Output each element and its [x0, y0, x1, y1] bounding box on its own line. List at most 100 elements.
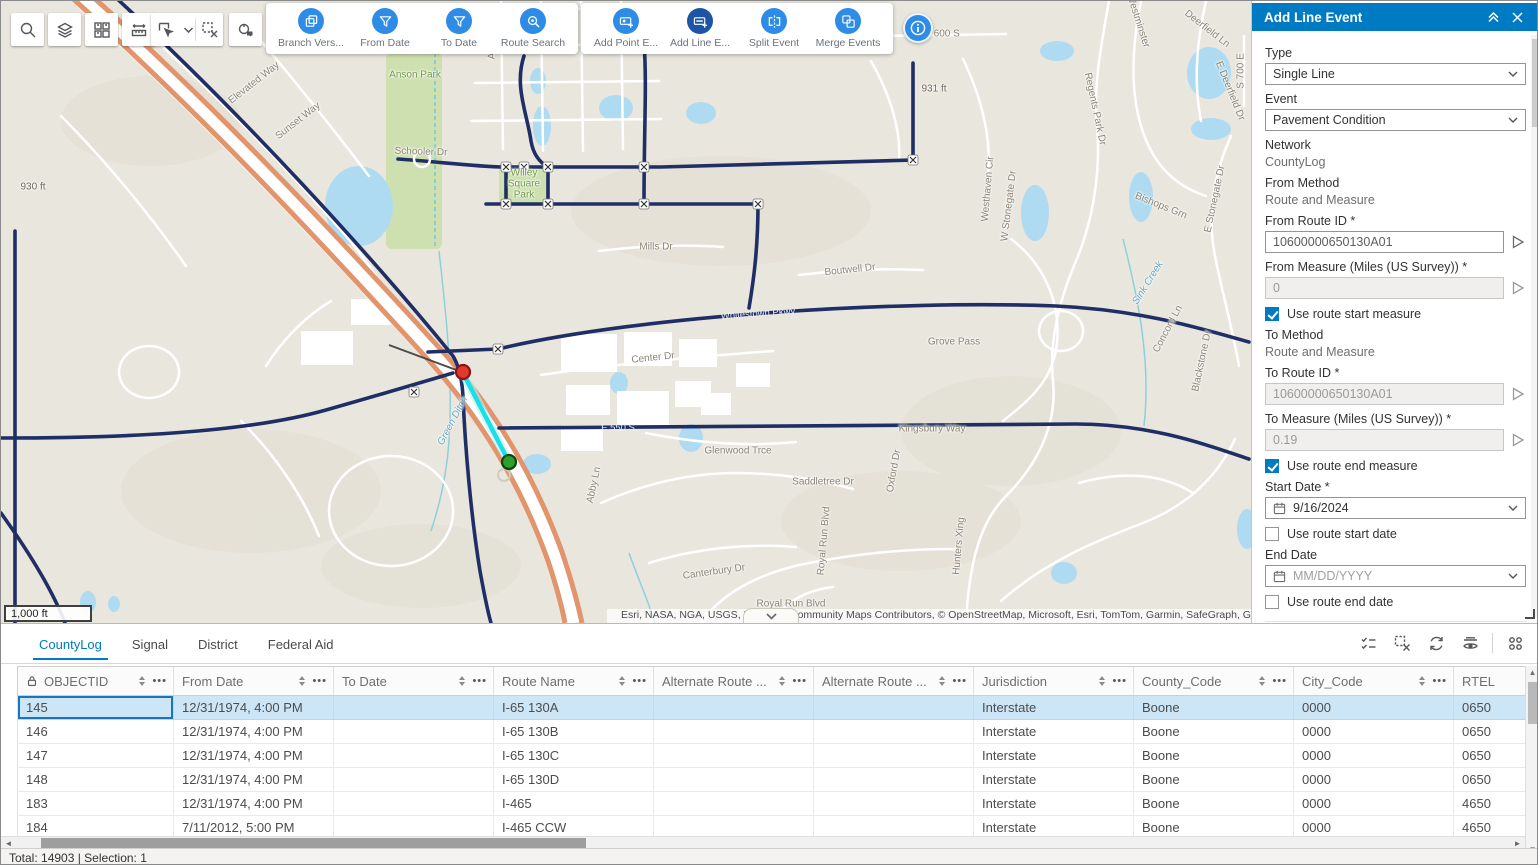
table-cell[interactable]: Interstate — [974, 792, 1134, 815]
table-cell[interactable]: Boone — [1134, 792, 1294, 815]
table-cell[interactable]: 148 — [18, 768, 174, 791]
table-cell[interactable]: 0000 — [1294, 744, 1454, 767]
table-cell[interactable] — [654, 720, 814, 743]
start-date-picker[interactable]: 9/16/2024 — [1265, 497, 1526, 519]
tool-from-date[interactable]: From Date — [350, 8, 420, 49]
table-cell[interactable]: Interstate — [974, 768, 1134, 791]
table-row[interactable]: 14712/31/1974, 4:00 PMI-65 130CInterstat… — [18, 744, 1526, 768]
tool-merge-events[interactable]: Merge Events — [813, 8, 883, 49]
table-row[interactable]: 14512/31/1974, 4:00 PMI-65 130AInterstat… — [18, 696, 1526, 720]
sort-icon[interactable] — [1419, 676, 1425, 686]
table-cell[interactable]: 146 — [18, 720, 174, 743]
table-cell[interactable] — [654, 792, 814, 815]
from-measure-marker[interactable] — [456, 365, 470, 379]
table-cell[interactable] — [814, 792, 974, 815]
from-route-input[interactable] — [1265, 231, 1504, 253]
table-cell[interactable]: 7/11/2012, 5:00 PM — [174, 816, 334, 836]
table-cell[interactable]: Boone — [1134, 744, 1294, 767]
table-cell[interactable]: I-465 — [494, 792, 654, 815]
select-tool-button[interactable] — [151, 13, 181, 46]
table-cell[interactable]: Interstate — [974, 720, 1134, 743]
table-cell[interactable]: 0000 — [1294, 720, 1454, 743]
tool-split-event[interactable]: Split Event — [739, 8, 809, 49]
column-header-jurisdiction[interactable]: Jurisdiction••• — [974, 667, 1134, 695]
table-cell[interactable]: Boone — [1134, 816, 1294, 836]
to-route-input[interactable] — [1265, 383, 1504, 405]
table-cell[interactable]: 184 — [18, 816, 174, 836]
pick-to-measure-on-map-icon[interactable] — [1510, 432, 1526, 448]
column-header-route-name[interactable]: Route Name••• — [494, 667, 654, 695]
route-identify-button[interactable] — [229, 13, 262, 46]
table-cell[interactable]: I-65 130D — [494, 768, 654, 791]
sort-icon[interactable] — [619, 676, 625, 686]
table-cell[interactable]: I-65 130C — [494, 744, 654, 767]
table-cell[interactable]: 0650 — [1454, 744, 1526, 767]
table-row[interactable]: 18312/31/1974, 4:00 PMI-465InterstateBoo… — [18, 792, 1526, 816]
table-cell[interactable]: 0000 — [1294, 696, 1454, 719]
table-cell[interactable]: I-65 130A — [494, 696, 654, 719]
table-row[interactable]: 14812/31/1974, 4:00 PMI-65 130DInterstat… — [18, 768, 1526, 792]
table-cell[interactable]: 12/31/1974, 4:00 PM — [174, 720, 334, 743]
use-route-start-date-checkbox[interactable]: Use route start date — [1265, 527, 1526, 541]
panel-resize-handle[interactable] — [1525, 609, 1535, 619]
selection-list-icon[interactable] — [1354, 629, 1382, 657]
column-menu-icon[interactable]: ••• — [152, 675, 167, 687]
table-cell[interactable]: 4650 — [1454, 792, 1526, 815]
table-cell[interactable]: 0650 — [1454, 768, 1526, 791]
close-panel-button[interactable] — [1507, 7, 1527, 27]
table-cell[interactable]: Interstate — [974, 744, 1134, 767]
tab-countylog[interactable]: CountyLog — [39, 624, 102, 664]
sort-icon[interactable] — [939, 676, 945, 686]
collapse-panel-button[interactable] — [1483, 7, 1503, 27]
column-menu-icon[interactable]: ••• — [952, 675, 967, 687]
tool-to-date[interactable]: To Date — [424, 8, 494, 49]
column-menu-icon[interactable]: ••• — [792, 675, 807, 687]
sort-icon[interactable] — [1099, 676, 1105, 686]
sort-icon[interactable] — [299, 676, 305, 686]
table-cell[interactable]: Boone — [1134, 720, 1294, 743]
tool-add-line-e[interactable]: Add Line E... — [665, 8, 735, 49]
event-select[interactable]: Pavement Condition — [1265, 109, 1526, 131]
type-select[interactable]: Single Line — [1265, 63, 1526, 85]
table-cell[interactable] — [654, 696, 814, 719]
tool-add-point-e[interactable]: Add Point E... — [591, 8, 661, 49]
table-row[interactable]: 1847/11/2012, 5:00 PM I-465 CCW Interstate… — [18, 816, 1526, 836]
table-vertical-scrollbar[interactable]: ▲ ▼ — [1525, 666, 1538, 856]
use-route-end-date-checkbox[interactable]: Use route end date — [1265, 595, 1526, 609]
table-cell[interactable]: I-465 CCW — [494, 816, 654, 836]
to-measure-marker[interactable] — [502, 455, 516, 469]
column-header-to-date[interactable]: To Date••• — [334, 667, 494, 695]
clear-selection-icon[interactable] — [1388, 629, 1416, 657]
column-header-county-code[interactable]: County_Code••• — [1134, 667, 1294, 695]
table-cell[interactable]: 0650 — [1454, 720, 1526, 743]
table-cell[interactable] — [334, 768, 494, 791]
map-search-button[interactable] — [11, 13, 44, 46]
table-cell[interactable] — [814, 744, 974, 767]
pick-to-route-on-map-icon[interactable] — [1510, 386, 1526, 402]
table-cell[interactable] — [814, 696, 974, 719]
map-view[interactable]: Elevated WaySunset WayAnson ParkAldridge… — [1, 1, 1251, 623]
to-measure-input[interactable] — [1265, 429, 1504, 451]
table-cell[interactable]: Interstate — [974, 696, 1134, 719]
table-cell[interactable] — [334, 720, 494, 743]
info-button[interactable] — [903, 13, 933, 43]
table-cell[interactable] — [334, 792, 494, 815]
column-header-alternate-route[interactable]: Alternate Route ...••• — [814, 667, 974, 695]
layers-button[interactable] — [48, 13, 81, 46]
table-cell[interactable]: Interstate — [974, 816, 1134, 836]
table-cell[interactable]: 12/31/1974, 4:00 PM — [174, 696, 334, 719]
sort-icon[interactable] — [459, 676, 465, 686]
from-measure-input[interactable] — [1265, 277, 1504, 299]
pick-from-measure-on-map-icon[interactable] — [1510, 280, 1526, 296]
table-cell[interactable]: 0000 — [1294, 768, 1454, 791]
use-route-end-measure-checkbox[interactable]: Use route end measure — [1265, 459, 1526, 473]
column-menu-icon[interactable]: ••• — [472, 675, 487, 687]
table-cell[interactable] — [654, 768, 814, 791]
visibility-icon[interactable] — [1456, 629, 1484, 657]
horizontal-scroll-thumb[interactable] — [41, 838, 586, 848]
tab-district[interactable]: District — [198, 624, 238, 664]
table-cell[interactable] — [654, 816, 814, 836]
column-menu-icon[interactable]: ••• — [1112, 675, 1127, 687]
apps-icon[interactable] — [1501, 629, 1529, 657]
table-cell[interactable]: 0000 — [1294, 792, 1454, 815]
